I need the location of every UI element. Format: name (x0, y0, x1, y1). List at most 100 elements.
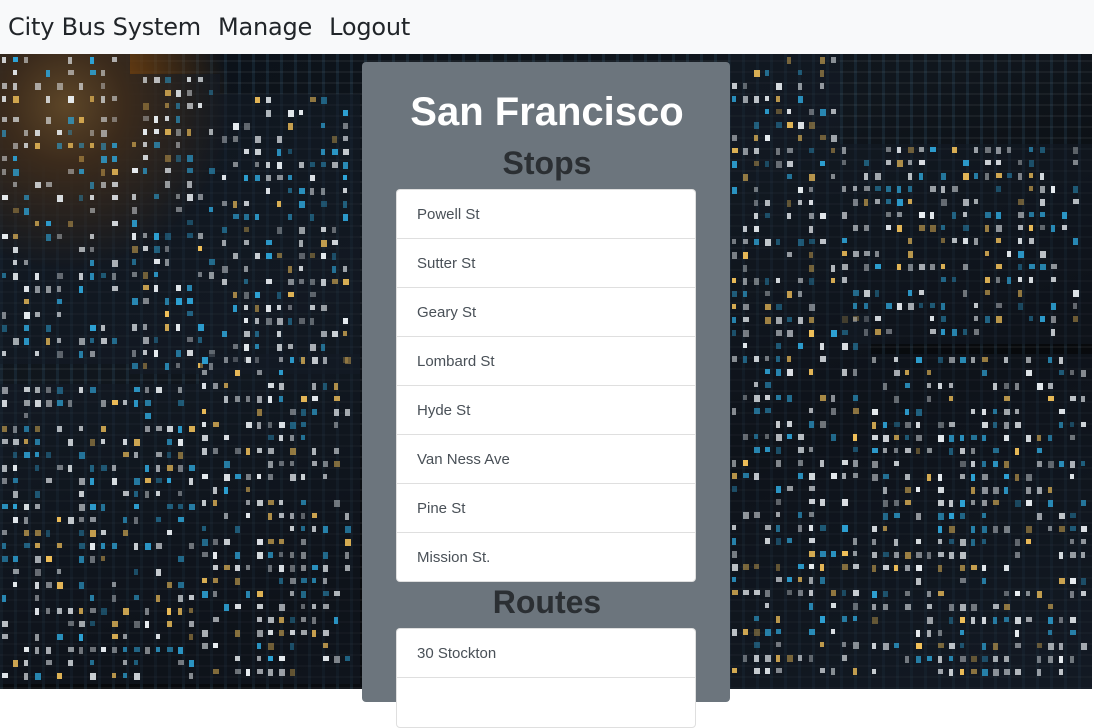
lit-window (916, 643, 922, 649)
lit-window (883, 526, 887, 531)
lit-window (971, 357, 975, 363)
list-item-route[interactable] (397, 678, 695, 727)
lit-window (165, 363, 169, 370)
lit-window (971, 448, 975, 454)
list-item-stop[interactable]: Sutter St (397, 239, 695, 288)
lit-window (1026, 435, 1031, 442)
lit-window (323, 656, 329, 661)
list-item-stop[interactable]: Van Ness Ave (397, 435, 695, 484)
lit-window (787, 655, 793, 662)
lit-window (996, 277, 1000, 283)
lit-window (996, 316, 1002, 323)
lit-window (145, 465, 149, 472)
lit-window (13, 208, 19, 213)
lit-window (343, 266, 347, 272)
lit-window (1081, 552, 1085, 558)
lit-window (754, 512, 760, 518)
lit-window (919, 212, 925, 218)
list-item-stop[interactable]: Hyde St (397, 386, 695, 435)
lit-window (2, 504, 8, 509)
brand-link[interactable]: City Bus System (8, 13, 201, 41)
lit-window (332, 253, 336, 260)
lit-window (1070, 474, 1074, 479)
lit-window (334, 461, 340, 467)
list-item-stop[interactable]: Powell St (397, 190, 695, 239)
lit-window (809, 200, 813, 205)
lit-window (831, 330, 837, 337)
lit-window (916, 448, 920, 454)
lit-window (2, 351, 6, 356)
manage-link[interactable]: Manage (218, 13, 312, 41)
lit-window (79, 478, 85, 485)
lit-window (277, 305, 281, 310)
lit-window (46, 286, 51, 293)
lit-window (2, 543, 6, 549)
lit-window (132, 207, 137, 214)
list-item-stop[interactable]: Pine St (397, 484, 695, 533)
lit-window (187, 220, 193, 225)
lit-window (765, 538, 770, 544)
lit-window (288, 344, 293, 349)
lit-window (963, 199, 969, 206)
lit-window (743, 330, 749, 337)
lit-window (268, 539, 274, 544)
lit-window (743, 83, 747, 89)
logout-link[interactable]: Logout (329, 13, 410, 41)
lit-window (908, 199, 912, 204)
lit-window (820, 460, 824, 467)
lit-window (1070, 539, 1074, 544)
lit-window (820, 577, 825, 584)
lit-window (202, 357, 208, 364)
lit-window (853, 538, 857, 545)
lit-window (864, 186, 870, 191)
lit-window (176, 350, 181, 357)
lit-window (985, 316, 990, 323)
lit-window (178, 426, 182, 433)
lit-window (101, 70, 105, 76)
lit-window (167, 530, 172, 535)
lit-window (1026, 487, 1031, 494)
list-item-stop[interactable]: Mission St. (397, 533, 695, 581)
lit-window (198, 194, 203, 200)
lit-window (57, 195, 63, 202)
lit-window (1007, 251, 1011, 257)
lit-window (13, 247, 18, 253)
lit-window (79, 504, 85, 511)
lit-window (235, 526, 240, 533)
lit-window (875, 186, 881, 191)
lit-window (787, 57, 791, 64)
lit-window (123, 660, 127, 665)
lit-window (886, 186, 891, 192)
lit-window (765, 278, 769, 285)
lit-window (332, 227, 336, 233)
lit-window (235, 370, 240, 376)
lit-window (145, 647, 150, 654)
lit-window (949, 500, 953, 507)
lit-window (246, 396, 250, 402)
lit-window (938, 552, 944, 557)
lit-window (974, 303, 978, 308)
lit-window (982, 474, 988, 480)
lit-window (90, 325, 96, 331)
lit-window (57, 273, 63, 279)
lit-window (905, 474, 910, 480)
list-item-route[interactable]: 30 Stockton (397, 629, 695, 678)
lit-window (1018, 277, 1022, 282)
lit-window (68, 400, 72, 407)
lit-window (949, 526, 955, 533)
lit-window (886, 199, 891, 204)
lit-window (982, 357, 988, 362)
lit-window (176, 298, 182, 305)
lit-window (798, 343, 803, 349)
list-item-stop[interactable]: Lombard St (397, 337, 695, 386)
lit-window (952, 329, 957, 336)
list-item-stop[interactable]: Geary St (397, 288, 695, 337)
lit-window (993, 383, 997, 390)
lit-window (1040, 251, 1046, 258)
lit-window (79, 195, 83, 201)
lit-window (1040, 316, 1045, 322)
lit-window (277, 201, 281, 207)
lit-window (68, 660, 73, 666)
lit-window (288, 279, 294, 285)
lit-window (930, 212, 934, 219)
